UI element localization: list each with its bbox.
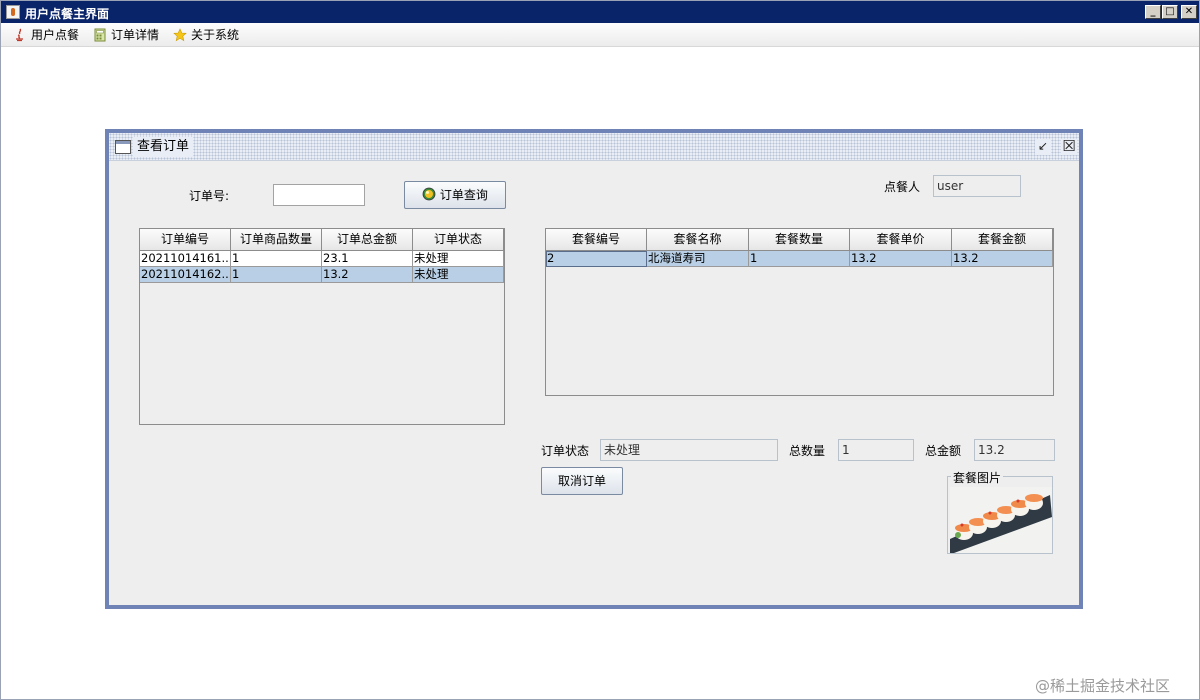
menu-order-details[interactable]: 订单详情: [91, 26, 159, 44]
star-icon: [173, 28, 187, 42]
cell-set-qty: 1: [749, 251, 850, 267]
menu-order-food[interactable]: 用户点餐: [11, 26, 79, 44]
cell-order-no: 20211014161...: [140, 251, 231, 267]
frame-title: 查看订单: [133, 137, 194, 157]
total-amount-field: 13.2: [974, 439, 1055, 461]
watermark: @稀土掘金技术社区: [1035, 677, 1171, 695]
cell-order-no: 20211014162...: [140, 267, 231, 283]
order-no-label: 订单号:: [189, 189, 230, 203]
col-set-price[interactable]: 套餐单价: [850, 229, 952, 251]
col-set-qty[interactable]: 套餐数量: [749, 229, 850, 251]
cell-order-total: 23.1: [322, 251, 413, 267]
cell-set-no: 2: [546, 251, 647, 267]
close-icon[interactable]: ☒: [1061, 139, 1077, 155]
window-title-bar: 用户点餐主界面 _ □ ✕: [1, 1, 1199, 23]
cell-order-status: 未处理: [413, 267, 504, 283]
restore-icon[interactable]: ↙: [1035, 139, 1051, 155]
order-status-label: 订单状态: [541, 444, 590, 458]
maximize-button[interactable]: □: [1162, 5, 1178, 19]
java-app-icon: [6, 5, 20, 19]
menu-about-system[interactable]: 关于系统: [171, 26, 239, 44]
total-qty-field: 1: [838, 439, 914, 461]
col-set-name[interactable]: 套餐名称: [647, 229, 749, 251]
cell-order-total: 13.2: [322, 267, 413, 283]
order-status-field: 未处理: [600, 439, 778, 461]
cancel-order-button[interactable]: 取消订单: [541, 467, 623, 495]
table-row[interactable]: 20211014161... 1 23.1 未处理: [140, 251, 504, 267]
cell-item-count: 1: [231, 267, 322, 283]
frame-title-bar[interactable]: 查看订单 ↙ ☒: [109, 133, 1079, 161]
orders-table[interactable]: 订单编号 订单商品数量 订单总金额 订单状态 20211014161... 1 …: [139, 228, 505, 425]
orders-table-header: 订单编号 订单商品数量 订单总金额 订单状态: [140, 229, 504, 251]
order-view-frame: 查看订单 ↙ ☒ 订单号: 订单查询 点餐人 user 订单编号 订单商品数量 …: [105, 129, 1083, 609]
cell-order-status: 未处理: [413, 251, 504, 267]
order-no-input[interactable]: [273, 184, 365, 206]
menu-label: 用户点餐: [31, 28, 80, 42]
orderer-label: 点餐人: [884, 180, 921, 194]
window-title: 用户点餐主界面: [25, 7, 110, 21]
set-image-label: 套餐图片: [951, 469, 1004, 486]
orderer-field: user: [933, 175, 1021, 197]
set-image-panel: 套餐图片: [947, 469, 1053, 554]
close-button[interactable]: ✕: [1181, 5, 1197, 19]
calculator-icon: [94, 28, 106, 42]
items-table-header: 套餐编号 套餐名称 套餐数量 套餐单价 套餐金额: [546, 229, 1053, 251]
query-button-label: 订单查询: [439, 188, 488, 202]
cell-set-amount: 13.2: [952, 251, 1053, 267]
main-window: 用户点餐主界面 _ □ ✕ 用户点餐 订单详情 关于系统 查看订单 ↙ ☒ 订单…: [0, 0, 1200, 700]
cell-item-count: 1: [231, 251, 322, 267]
total-qty-label: 总数量: [789, 444, 826, 458]
table-row[interactable]: 20211014162... 1 13.2 未处理: [140, 267, 504, 283]
minimize-button[interactable]: _: [1145, 5, 1161, 19]
sushi-image: [950, 487, 1052, 553]
col-set-no[interactable]: 套餐编号: [546, 229, 647, 251]
window-icon: [115, 140, 131, 154]
menu-bar: 用户点餐 订单详情 关于系统: [1, 23, 1199, 47]
col-item-count[interactable]: 订单商品数量: [231, 229, 322, 251]
items-table[interactable]: 套餐编号 套餐名称 套餐数量 套餐单价 套餐金额 2 北海道寿司 1 13.2 …: [545, 228, 1054, 396]
java-icon: [16, 28, 23, 42]
col-order-no[interactable]: 订单编号: [140, 229, 231, 251]
cell-set-price: 13.2: [850, 251, 952, 267]
total-amount-label: 总金额: [925, 444, 962, 458]
menu-label: 关于系统: [191, 28, 240, 42]
menu-label: 订单详情: [111, 28, 160, 42]
table-row[interactable]: 2 北海道寿司 1 13.2 13.2: [546, 251, 1053, 267]
col-order-status[interactable]: 订单状态: [413, 229, 504, 251]
query-orb-icon: [422, 187, 436, 201]
cell-set-name: 北海道寿司: [647, 251, 749, 267]
col-set-amount[interactable]: 套餐金额: [952, 229, 1053, 251]
col-order-total[interactable]: 订单总金额: [322, 229, 413, 251]
order-query-button[interactable]: 订单查询: [404, 181, 506, 209]
